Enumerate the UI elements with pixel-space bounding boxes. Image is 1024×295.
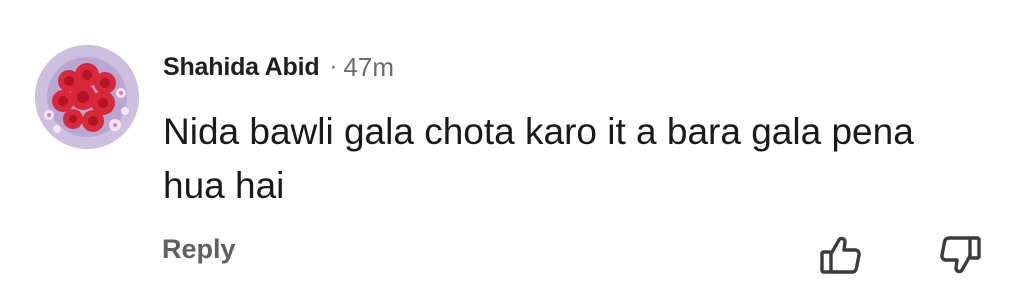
dislike-button[interactable] [937,232,983,278]
thumbs-up-icon [820,236,861,274]
meta-separator: · [329,53,338,80]
comment-header: Shahida Abid · 47m [163,50,394,84]
comment-timestamp: 47m [343,51,394,82]
like-button[interactable] [818,232,864,278]
reply-button[interactable]: Reply [162,234,236,265]
rose-bouquet-icon [35,45,139,149]
comment-text: Nida bawli gala chota karo it a bara gal… [163,111,914,206]
thumbs-down-icon [940,236,981,274]
comment-item: Shahida Abid · 47m Nida bawli gala chota… [0,0,1024,295]
avatar[interactable] [35,45,139,149]
author-name[interactable]: Shahida Abid [163,53,320,82]
